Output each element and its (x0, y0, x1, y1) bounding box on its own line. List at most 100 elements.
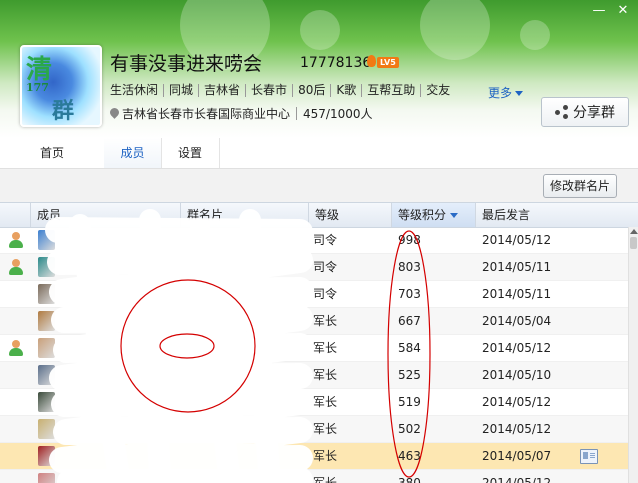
minimize-button[interactable]: — (590, 4, 608, 18)
header-bokeh (300, 10, 340, 50)
member-avatar[interactable] (38, 284, 55, 304)
member-points: 463 (398, 449, 421, 463)
member-points: 584 (398, 341, 421, 355)
member-row[interactable]: 军长 667 2014/05/04 (0, 308, 628, 335)
member-last-post: 2014/05/11 (482, 287, 552, 301)
member-points: 380 (398, 476, 421, 483)
member-rank: 军长 (313, 449, 338, 463)
column-header-rank[interactable]: 等级 (308, 203, 391, 227)
admin-person-icon (8, 232, 23, 248)
admin-person-icon (8, 340, 23, 356)
share-label: 分享群 (573, 105, 615, 121)
column-header-points[interactable]: 等级积分 (391, 203, 475, 227)
column-header-role (0, 203, 30, 227)
member-avatar[interactable] (38, 446, 55, 466)
member-last-post: 2014/05/11 (482, 260, 552, 274)
member-last-post: 2014/05/12 (482, 422, 552, 436)
member-row[interactable]: 军长 584 2014/05/12 (0, 335, 628, 362)
business-card-icon[interactable] (580, 449, 598, 464)
member-row[interactable]: 军长 502 2014/05/12 (0, 416, 628, 443)
tag[interactable]: K歌 (330, 84, 361, 97)
window-controls: — ✕ (590, 4, 632, 18)
member-last-post: 2014/05/04 (482, 314, 552, 328)
group-avatar[interactable]: 清 177 群 (20, 45, 102, 127)
avatar-text-2: 177 (26, 81, 49, 94)
member-avatar[interactable] (38, 311, 55, 331)
more-tags-link[interactable]: 更多 (488, 84, 524, 101)
tab-home[interactable]: 首页 (0, 138, 105, 168)
tag[interactable]: 80后 (292, 84, 330, 97)
member-row[interactable]: 司令 803 2014/05/11 (0, 254, 628, 281)
member-row[interactable]: 司令 703 2014/05/11 (0, 281, 628, 308)
tag[interactable]: 吉林省 (198, 84, 245, 97)
avatar-text-3: 群 (52, 98, 75, 124)
tag[interactable]: 长春市 (245, 84, 292, 97)
member-rank: 军长 (313, 476, 338, 483)
member-row[interactable]: 司令 998 2014/05/12 (0, 227, 628, 254)
member-row[interactable]: 军长 519 2014/05/12 (0, 389, 628, 416)
header-bokeh (420, 0, 490, 60)
close-button[interactable]: ✕ (614, 4, 632, 18)
tag[interactable]: 同城 (163, 84, 198, 97)
tab-bar: 首页 成员 设置 (0, 138, 638, 169)
column-header-member[interactable]: 成员 (30, 203, 180, 227)
member-points: 502 (398, 422, 421, 436)
chevron-down-icon (515, 91, 524, 96)
member-last-post: 2014/05/12 (482, 395, 552, 409)
member-rank: 军长 (313, 341, 338, 355)
member-avatar[interactable] (38, 230, 55, 250)
tag[interactable]: 互帮互助 (361, 84, 420, 97)
member-avatar[interactable] (38, 257, 55, 277)
member-row[interactable]: 军长 525 2014/05/10 (0, 362, 628, 389)
tab-settings[interactable]: 设置 (161, 138, 220, 168)
member-avatar[interactable] (38, 392, 55, 412)
member-row[interactable]: 军长 463 2014/05/07 (0, 443, 628, 470)
member-avatar[interactable] (38, 338, 55, 358)
member-rank: 司令 (313, 233, 338, 247)
scroll-thumb[interactable] (630, 237, 637, 249)
vertical-scrollbar[interactable] (628, 227, 638, 483)
member-last-post: 2014/05/12 (482, 233, 552, 247)
location-text: 吉林省长春市长春国际商业中心 (122, 107, 291, 121)
group-header: — ✕ 清 177 群 有事没事进来唠会 17778136 LV5 生活休闲 同… (0, 0, 638, 138)
sort-desc-icon (450, 213, 459, 218)
member-avatar[interactable] (38, 473, 55, 483)
edit-card-button[interactable]: 修改群名片 (543, 174, 617, 198)
share-icon (555, 105, 569, 119)
header-bokeh (520, 20, 550, 50)
member-rank: 军长 (313, 314, 338, 328)
share-group-button[interactable]: 分享群 (541, 97, 629, 127)
tab-members[interactable]: 成员 (104, 138, 162, 168)
member-points: 803 (398, 260, 421, 274)
column-header-last-post[interactable]: 最后发言 (475, 203, 638, 227)
member-points: 667 (398, 314, 421, 328)
flame-icon (367, 55, 376, 67)
group-id: 17778136 (300, 55, 372, 71)
group-name: 有事没事进来唠会 (110, 53, 263, 75)
table-header: 成员 群名片 等级 等级积分 最后发言 (0, 202, 638, 228)
group-location: 吉林省长春市长春国际商业中心 457/1000人 (110, 105, 373, 122)
member-points: 998 (398, 233, 421, 247)
tag[interactable]: 生活休闲 (110, 84, 163, 97)
column-header-card[interactable]: 群名片 (180, 203, 308, 227)
member-points: 703 (398, 287, 421, 301)
member-rank: 军长 (313, 422, 338, 436)
member-count: 457/1000人 (303, 107, 373, 121)
member-avatar[interactable] (38, 419, 55, 439)
tag[interactable]: 交友 (420, 84, 455, 97)
member-row[interactable]: 军长 380 2014/05/12 (0, 470, 628, 483)
more-label: 更多 (488, 86, 513, 100)
member-points: 519 (398, 395, 421, 409)
member-last-post: 2014/05/07 (482, 449, 552, 463)
member-list: 司令 998 2014/05/12 司令 803 2014/05/11 司令 703 2014/… (0, 227, 628, 483)
member-avatar[interactable] (38, 365, 55, 385)
scroll-up-icon[interactable] (630, 229, 638, 234)
member-rank: 军长 (313, 395, 338, 409)
member-rank: 司令 (313, 287, 338, 301)
member-points: 525 (398, 368, 421, 382)
member-rank: 司令 (313, 260, 338, 274)
member-last-post: 2014/05/12 (482, 476, 552, 483)
level-badge: LV5 (377, 57, 399, 68)
points-header-label: 等级积分 (398, 208, 447, 222)
group-tags: 生活休闲 同城 吉林省 长春市 80后 K歌 互帮互助 交友 (110, 84, 455, 97)
